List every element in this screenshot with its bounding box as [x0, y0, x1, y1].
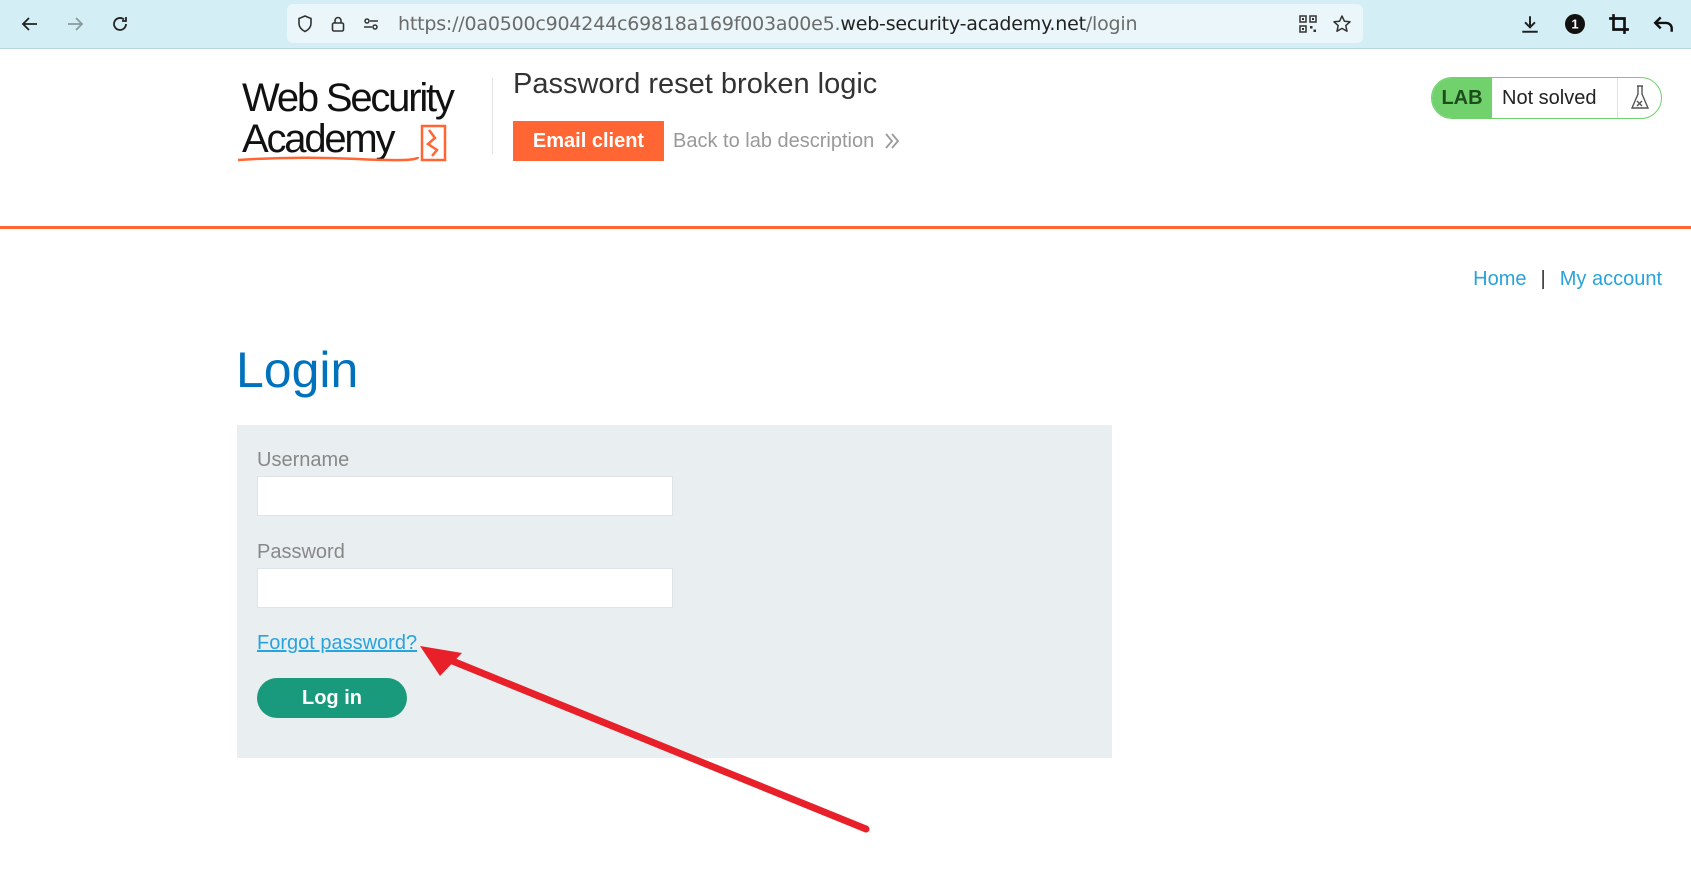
header-divider — [0, 226, 1691, 229]
username-label: Username — [257, 449, 350, 471]
svg-text:Web Security: Web Security — [242, 76, 455, 120]
lab-status-text: Not solved — [1502, 87, 1597, 109]
forgot-password-link[interactable]: Forgot password? — [257, 632, 417, 655]
extension-badge-icon[interactable]: 1 — [1563, 12, 1587, 36]
undo-icon[interactable] — [1652, 12, 1676, 36]
back-to-lab-description-link[interactable]: Back to lab description — [673, 130, 874, 153]
nav-separator: | — [1540, 268, 1546, 290]
svg-text:1: 1 — [1571, 17, 1578, 32]
username-input[interactable] — [257, 476, 673, 516]
back-icon[interactable] — [16, 10, 44, 38]
lab-tag: LAB — [1432, 78, 1492, 118]
reload-icon[interactable] — [106, 10, 134, 38]
home-link[interactable]: Home — [1473, 268, 1526, 290]
web-security-academy-logo[interactable]: Web Security Academy — [237, 74, 493, 166]
my-account-link[interactable]: My account — [1560, 268, 1662, 290]
page-title: Login — [236, 342, 359, 398]
lab-status-badge: LAB Not solved — [1431, 77, 1662, 119]
double-chevron-right-icon[interactable] — [883, 130, 901, 152]
password-label: Password — [257, 541, 345, 563]
crop-icon[interactable] — [1607, 12, 1631, 36]
permissions-icon[interactable] — [360, 13, 382, 35]
bookmark-star-icon[interactable] — [1331, 13, 1353, 35]
download-icon[interactable] — [1518, 12, 1542, 36]
url-text[interactable]: https://0a0500c904244c69818a169f003a00e5… — [398, 13, 1138, 35]
lab-title: Password reset broken logic — [513, 68, 878, 100]
flask-icon — [1617, 78, 1661, 118]
forward-icon[interactable] — [61, 10, 89, 38]
password-input[interactable] — [257, 568, 673, 608]
browser-toolbar: https://0a0500c904244c69818a169f003a00e5… — [0, 0, 1691, 49]
log-in-button[interactable]: Log in — [257, 678, 407, 718]
shield-icon[interactable] — [294, 13, 316, 35]
svg-text:Academy: Academy — [242, 117, 396, 161]
lock-icon[interactable] — [327, 13, 349, 35]
logo-divider — [492, 78, 493, 154]
address-bar[interactable]: https://0a0500c904244c69818a169f003a00e5… — [287, 4, 1363, 43]
qr-code-icon[interactable] — [1297, 13, 1319, 35]
top-navigation: Home | My account — [1473, 268, 1662, 291]
email-client-button[interactable]: Email client — [513, 121, 664, 161]
